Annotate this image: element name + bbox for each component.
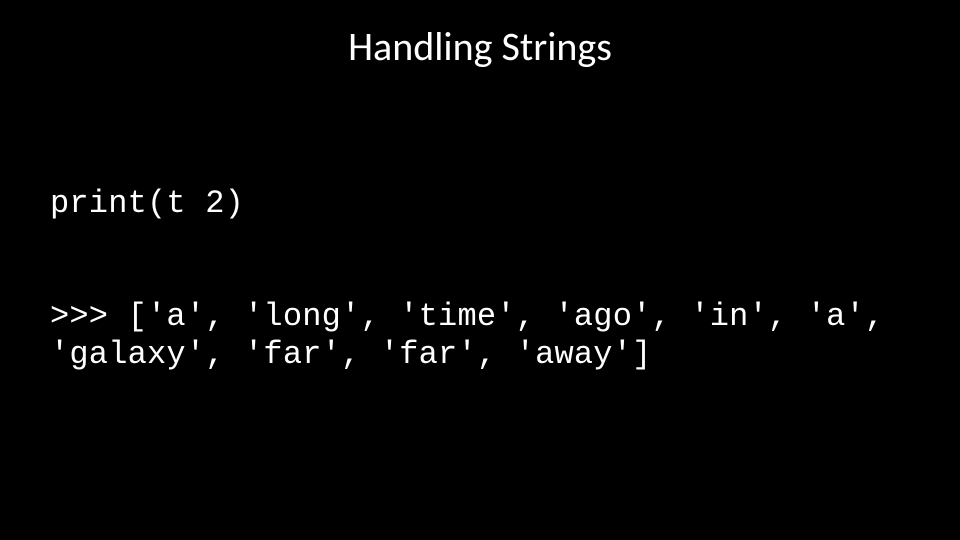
code-block: print(t 2) >>> ['a', 'long', 'time', 'ag…	[0, 81, 960, 540]
slide: Handling Strings print(t 2) >>> ['a', 'l…	[0, 0, 960, 540]
code-line: >>> ['a', 'long', 'time', 'ago', 'in', '…	[50, 298, 910, 374]
blank-line	[50, 449, 910, 487]
code-line: print(t 2)	[50, 185, 910, 223]
slide-title: Handling Strings	[0, 0, 960, 81]
